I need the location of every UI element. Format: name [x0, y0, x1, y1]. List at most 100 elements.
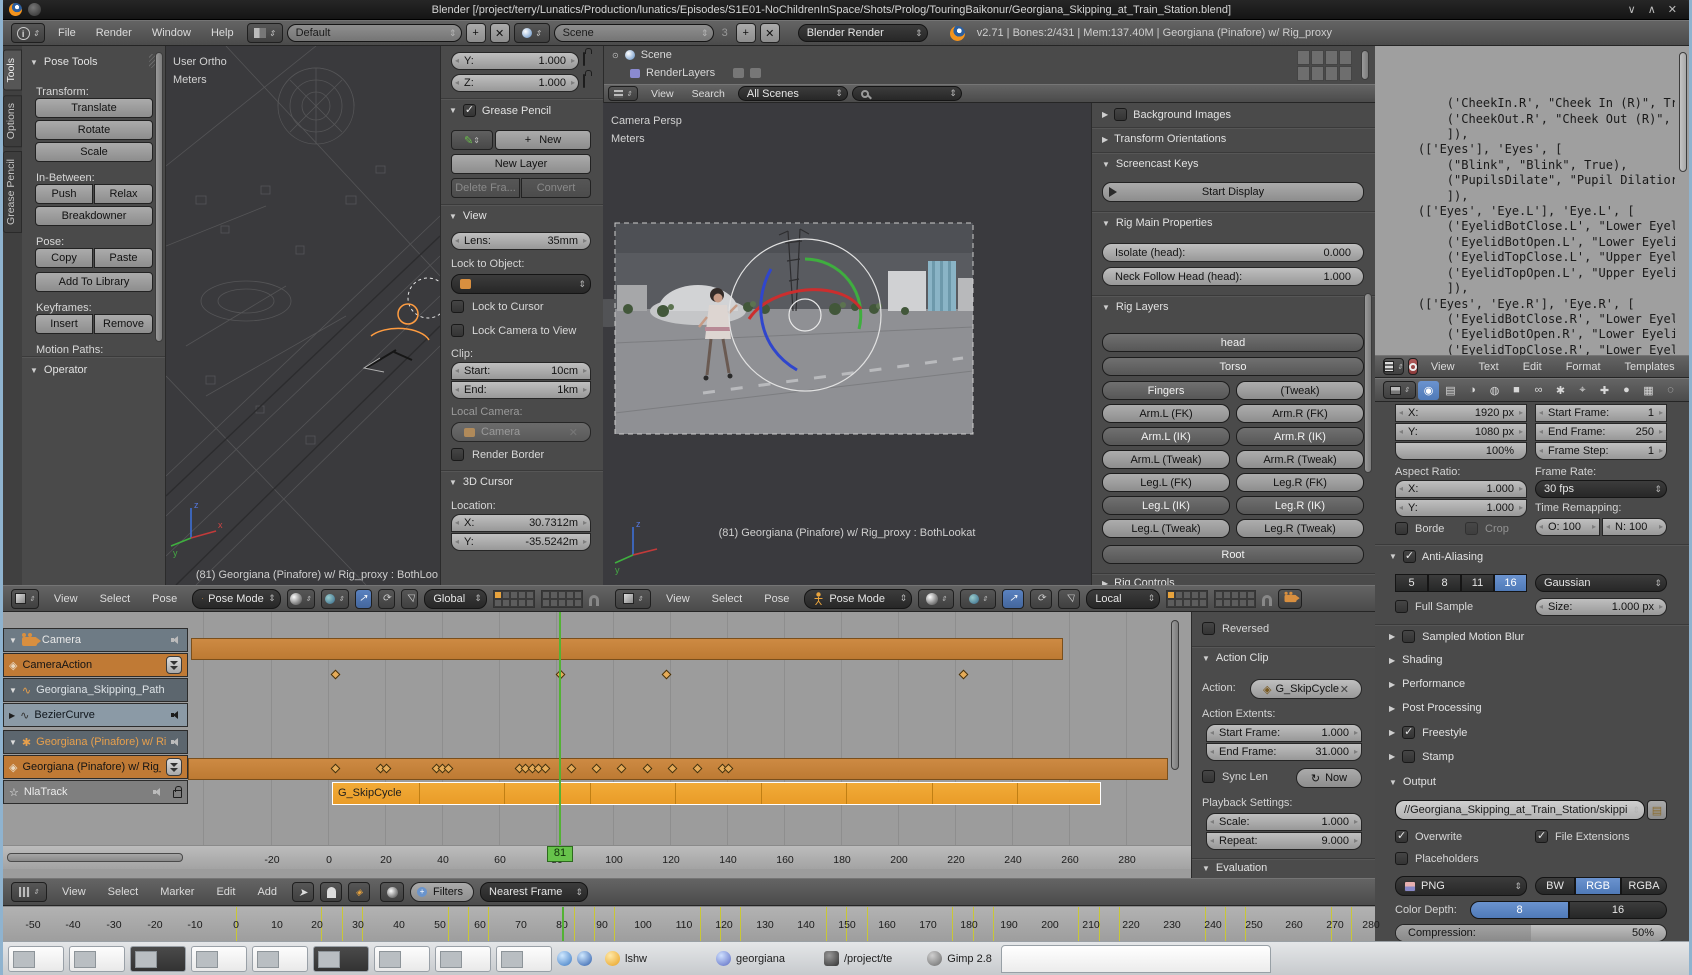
mute-speaker-icon[interactable] [171, 635, 182, 645]
collapse-icon[interactable]: ⊙ [612, 51, 619, 60]
start-display-button[interactable]: Start Display [1102, 182, 1364, 202]
layers-widget[interactable] [493, 590, 535, 608]
layers-widget-2[interactable] [541, 590, 583, 608]
layers-widget-2[interactable] [1214, 590, 1256, 608]
clip-start-field[interactable]: Start:10cm [451, 362, 591, 380]
rig-layer-button[interactable]: Arm.L (IK) [1102, 427, 1230, 446]
view3d-editor-type-button[interactable]: ⇕ [615, 589, 651, 609]
taskbar-window-button[interactable] [191, 946, 247, 972]
properties-editor-type-button[interactable]: ⇕ [1383, 381, 1416, 399]
anti-aliasing-panel-header[interactable]: Anti-Aliasing [1389, 550, 1483, 563]
nla-editor[interactable]: G_SkipCycle ▼Camera ◈CameraAction ▼∿Geor… [3, 612, 1375, 878]
eye-toggle[interactable] [1339, 66, 1352, 81]
outliner-menu[interactable]: View [642, 88, 683, 100]
properties-panel-header[interactable]: Sampled Motion Blur [1389, 630, 1675, 643]
render-opengl-button[interactable] [1278, 589, 1302, 609]
lock-to-object-field[interactable] [451, 274, 591, 294]
depth-16-button[interactable]: 16 [1569, 901, 1667, 919]
output-panel-header[interactable]: Output [1389, 776, 1436, 788]
view3d-editor-type-button[interactable]: ⇕ [11, 589, 39, 609]
mute-speaker-icon[interactable] [153, 787, 164, 797]
channel-armature[interactable]: ▼✱Georgiana (Pinafore) w/ Rig_p [3, 730, 188, 754]
grease-pencil-checkbox[interactable] [463, 104, 476, 117]
view3d-menu[interactable]: Pose [755, 593, 798, 605]
frame-step-field[interactable]: Frame Step:1 [1535, 442, 1667, 460]
render-engine-selector[interactable]: Blender Render [798, 24, 928, 42]
viewport-shading-button[interactable]: ⇕ [287, 589, 315, 609]
rig-layer-button[interactable]: head [1102, 333, 1364, 352]
outliner-scope-selector[interactable]: All Scenes [738, 86, 848, 101]
mute-speaker-icon[interactable] [171, 737, 182, 747]
overwrite-toggle[interactable]: Overwrite [1395, 830, 1462, 843]
expand-icon[interactable]: ▼ [9, 636, 17, 645]
viewport-shading-button[interactable]: ⇕ [918, 589, 954, 609]
file-extensions-toggle[interactable]: File Extensions [1535, 830, 1630, 843]
outliner-menu[interactable]: Search [683, 88, 734, 100]
expand-icon[interactable]: ▼ [9, 738, 17, 747]
window-menu-button[interactable] [28, 3, 41, 16]
taskbar-window-button[interactable] [313, 946, 369, 972]
channel-camera[interactable]: ▼Camera [3, 628, 188, 652]
scene-selector[interactable]: Scene [554, 24, 714, 42]
toolshelf-scrollbar[interactable] [155, 52, 163, 342]
outliner-search-field[interactable] [852, 86, 962, 101]
rig-layer-button[interactable]: Arm.R (FK) [1236, 404, 1364, 423]
menubar-menu[interactable]: Render [87, 27, 141, 39]
manipulator-rotate-button[interactable]: ⟳ [1030, 589, 1052, 609]
compression-slider[interactable]: Compression:50% [1395, 924, 1667, 941]
cursor-y-field[interactable]: Y:-35.5242m [451, 533, 591, 551]
text-editor-scrollbar[interactable] [1679, 52, 1687, 172]
expand-icon[interactable]: ▼ [9, 686, 17, 695]
outliner-row-renderlayers[interactable]: RenderLayers [630, 67, 761, 79]
maximize-button[interactable]: ∧ [1642, 3, 1662, 16]
aa-sample-button[interactable]: 16 [1494, 574, 1527, 592]
transform-orientations-panel-header[interactable]: Transform Orientations [1102, 133, 1226, 145]
view3d-menu[interactable]: Select [91, 593, 140, 605]
properties-panel-header[interactable]: Shading [1389, 654, 1675, 666]
delete-frame-button[interactable]: Delete Fra... [451, 178, 520, 198]
push-button[interactable]: Push [35, 184, 93, 204]
select-toggle[interactable] [1311, 66, 1324, 81]
pivot-center-button[interactable]: ⇕ [321, 589, 349, 609]
aa-filter-selector[interactable]: Gaussian [1535, 574, 1667, 592]
manipulator-translate-button[interactable]: ↗ [355, 589, 372, 609]
aa-sample-button[interactable]: 8 [1428, 574, 1461, 592]
tab-object[interactable]: ■ [1506, 381, 1527, 400]
tab-constraints[interactable]: ∞ [1528, 381, 1549, 400]
view3d-menu[interactable]: Pose [143, 593, 186, 605]
channel-nlatrack[interactable]: ☆NlaTrack [3, 780, 188, 804]
taskbar-item-lshw[interactable]: lshw [605, 951, 647, 966]
evaluation-panel-header[interactable]: Evaluation [1202, 862, 1267, 874]
tab-render-layers[interactable]: ▤ [1440, 381, 1461, 400]
lock-icon[interactable] [173, 790, 182, 798]
aspect-y-field[interactable]: Y:1.000 [1395, 499, 1527, 517]
taskbar-app-icon[interactable] [577, 951, 592, 966]
manipulator-rotate-button[interactable]: ⟳ [378, 589, 395, 609]
scene-users-count[interactable]: 3 [718, 27, 732, 39]
full-sample-toggle[interactable]: Full Sample [1395, 600, 1473, 613]
reversed-toggle[interactable]: Reversed [1202, 622, 1269, 635]
clear-icon[interactable]: ✕ [569, 426, 578, 439]
lock-scale-z-button[interactable] [583, 75, 585, 87]
panel-checkbox[interactable] [1402, 726, 1415, 739]
layout-add-button[interactable]: + [466, 23, 486, 43]
channel-beziercurve[interactable]: ▶∿BezierCurve [3, 703, 188, 727]
nla-hscrollbar[interactable] [7, 853, 183, 862]
tab-bone-constraints[interactable]: ✚ [1594, 381, 1615, 400]
text-editor-menu[interactable]: Format [1557, 361, 1610, 373]
toolshelf-tab[interactable]: Options [3, 95, 22, 147]
add-to-library-button[interactable]: Add To Library [35, 272, 153, 292]
restriction-toggles[interactable] [1297, 50, 1353, 84]
eye-toggle[interactable] [1297, 50, 1310, 65]
renderlayer-camera-icon[interactable] [750, 68, 761, 78]
keying-set-button[interactable]: ◈ [348, 882, 370, 902]
outliner-scrollbar[interactable] [1361, 50, 1369, 80]
timeline-menu[interactable]: Add [248, 886, 286, 898]
text-editor[interactable]: ('CheekIn.R', "Cheek In (R)", Tr ('Cheek… [1375, 46, 1689, 355]
timeline-editor-type-button[interactable]: ⇕ [11, 882, 47, 902]
mode-selector[interactable]: Pose Mode [804, 589, 912, 609]
taskbar-item-georgiana[interactable]: georgiana [716, 951, 785, 966]
camera-action-strip[interactable] [191, 638, 1063, 660]
layers-widget[interactable] [1166, 590, 1208, 608]
render-toggle[interactable] [1325, 50, 1338, 65]
